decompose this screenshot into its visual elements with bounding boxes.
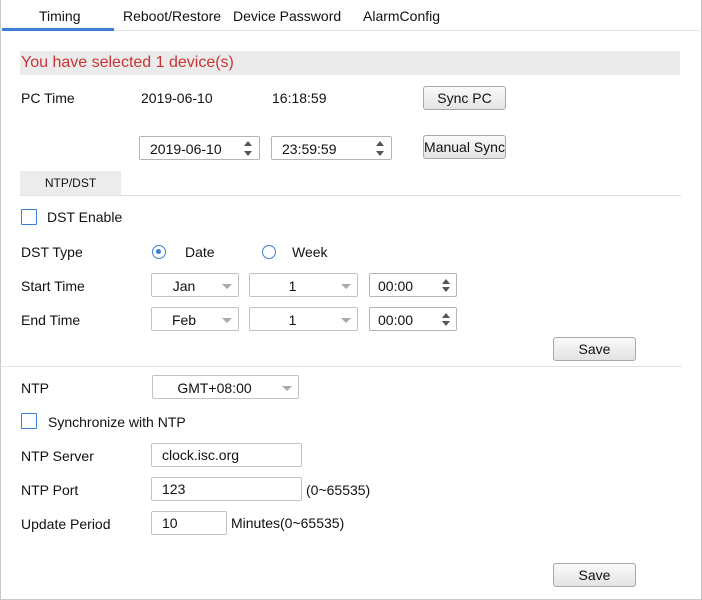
chevron-down-icon	[222, 318, 232, 323]
dst-save-button[interactable]: Save	[553, 337, 636, 361]
dst-type-week-radio[interactable]	[262, 245, 276, 259]
tab-reboot-restore[interactable]: Reboot/Restore	[123, 8, 221, 24]
start-month-value: Jan	[172, 278, 196, 294]
timezone-select[interactable]: GMT+08:00	[152, 375, 299, 399]
selection-banner: You have selected 1 device(s)	[20, 51, 680, 75]
pc-time-label: PC Time	[21, 90, 75, 106]
ntp-server-label: NTP Server	[21, 448, 94, 464]
selection-banner-text: You have selected 1 device(s)	[21, 54, 234, 71]
manual-time-spinner[interactable]: 23:59:59	[271, 136, 392, 160]
end-month-value: Feb	[171, 312, 197, 328]
update-period-label: Update Period	[21, 516, 111, 532]
end-day-select[interactable]: 1	[249, 307, 358, 331]
section-divider	[0, 366, 682, 367]
spinner-arrows-icon[interactable]	[376, 141, 385, 156]
end-day-value: 1	[288, 312, 297, 328]
spinner-arrows-icon[interactable]	[442, 279, 451, 292]
start-time-spinner[interactable]: 00:00	[369, 273, 457, 297]
end-time-spinner[interactable]: 00:00	[369, 307, 457, 331]
tab-timing[interactable]: Timing	[39, 8, 81, 24]
ntp-label: NTP	[21, 380, 49, 396]
active-tab-indicator	[2, 28, 114, 31]
chevron-down-icon	[222, 284, 232, 289]
spinner-arrows-icon[interactable]	[442, 313, 451, 326]
manual-sync-button[interactable]: Manual Sync	[423, 135, 506, 159]
dst-type-week-label: Week	[292, 244, 328, 260]
start-time-label: Start Time	[21, 278, 85, 294]
ntp-port-label: NTP Port	[21, 482, 79, 498]
subtab-divider	[20, 195, 681, 196]
ntp-save-button[interactable]: Save	[553, 563, 636, 587]
chevron-down-icon	[282, 386, 292, 391]
manual-time-value: 23:59:59	[282, 141, 337, 157]
start-time-value: 00:00	[378, 278, 414, 294]
dst-type-date-label: Date	[185, 244, 215, 260]
ntp-port-input[interactable]	[151, 477, 302, 501]
spinner-arrows-icon[interactable]	[244, 141, 253, 156]
ntp-sync-checkbox[interactable]	[21, 413, 37, 429]
end-month-select[interactable]: Feb	[151, 307, 239, 331]
end-time-value: 00:00	[378, 312, 414, 328]
update-period-input[interactable]	[151, 511, 227, 535]
start-day-select[interactable]: 1	[249, 273, 358, 297]
tab-ntp-dst[interactable]: NTP/DST	[20, 171, 121, 196]
dst-enable-label: DST Enable	[47, 209, 123, 225]
pc-date-value: 2019-06-10	[141, 90, 213, 106]
end-time-label: End Time	[21, 312, 81, 328]
start-day-value: 1	[288, 278, 297, 294]
chevron-down-icon	[341, 284, 351, 289]
manual-date-value: 2019-06-10	[150, 141, 222, 157]
dst-type-date-radio[interactable]	[152, 245, 166, 259]
chevron-down-icon	[341, 318, 351, 323]
manual-date-spinner[interactable]: 2019-06-10	[139, 136, 260, 160]
tab-alarm-config[interactable]: AlarmConfig	[363, 8, 440, 24]
window-frame	[0, 0, 702, 600]
start-month-select[interactable]: Jan	[151, 273, 239, 297]
pc-time-value: 16:18:59	[272, 90, 327, 106]
sync-pc-button[interactable]: Sync PC	[423, 86, 506, 110]
timezone-value: GMT+08:00	[177, 380, 252, 396]
ntp-server-input[interactable]	[151, 443, 302, 467]
ntp-port-range: (0~65535)	[306, 482, 371, 498]
dst-type-label: DST Type	[21, 244, 83, 260]
dst-enable-checkbox[interactable]	[21, 209, 37, 225]
ntp-sync-label: Synchronize with NTP	[48, 414, 186, 430]
update-period-unit: Minutes(0~65535)	[231, 515, 345, 531]
tab-device-password[interactable]: Device Password	[233, 8, 341, 24]
